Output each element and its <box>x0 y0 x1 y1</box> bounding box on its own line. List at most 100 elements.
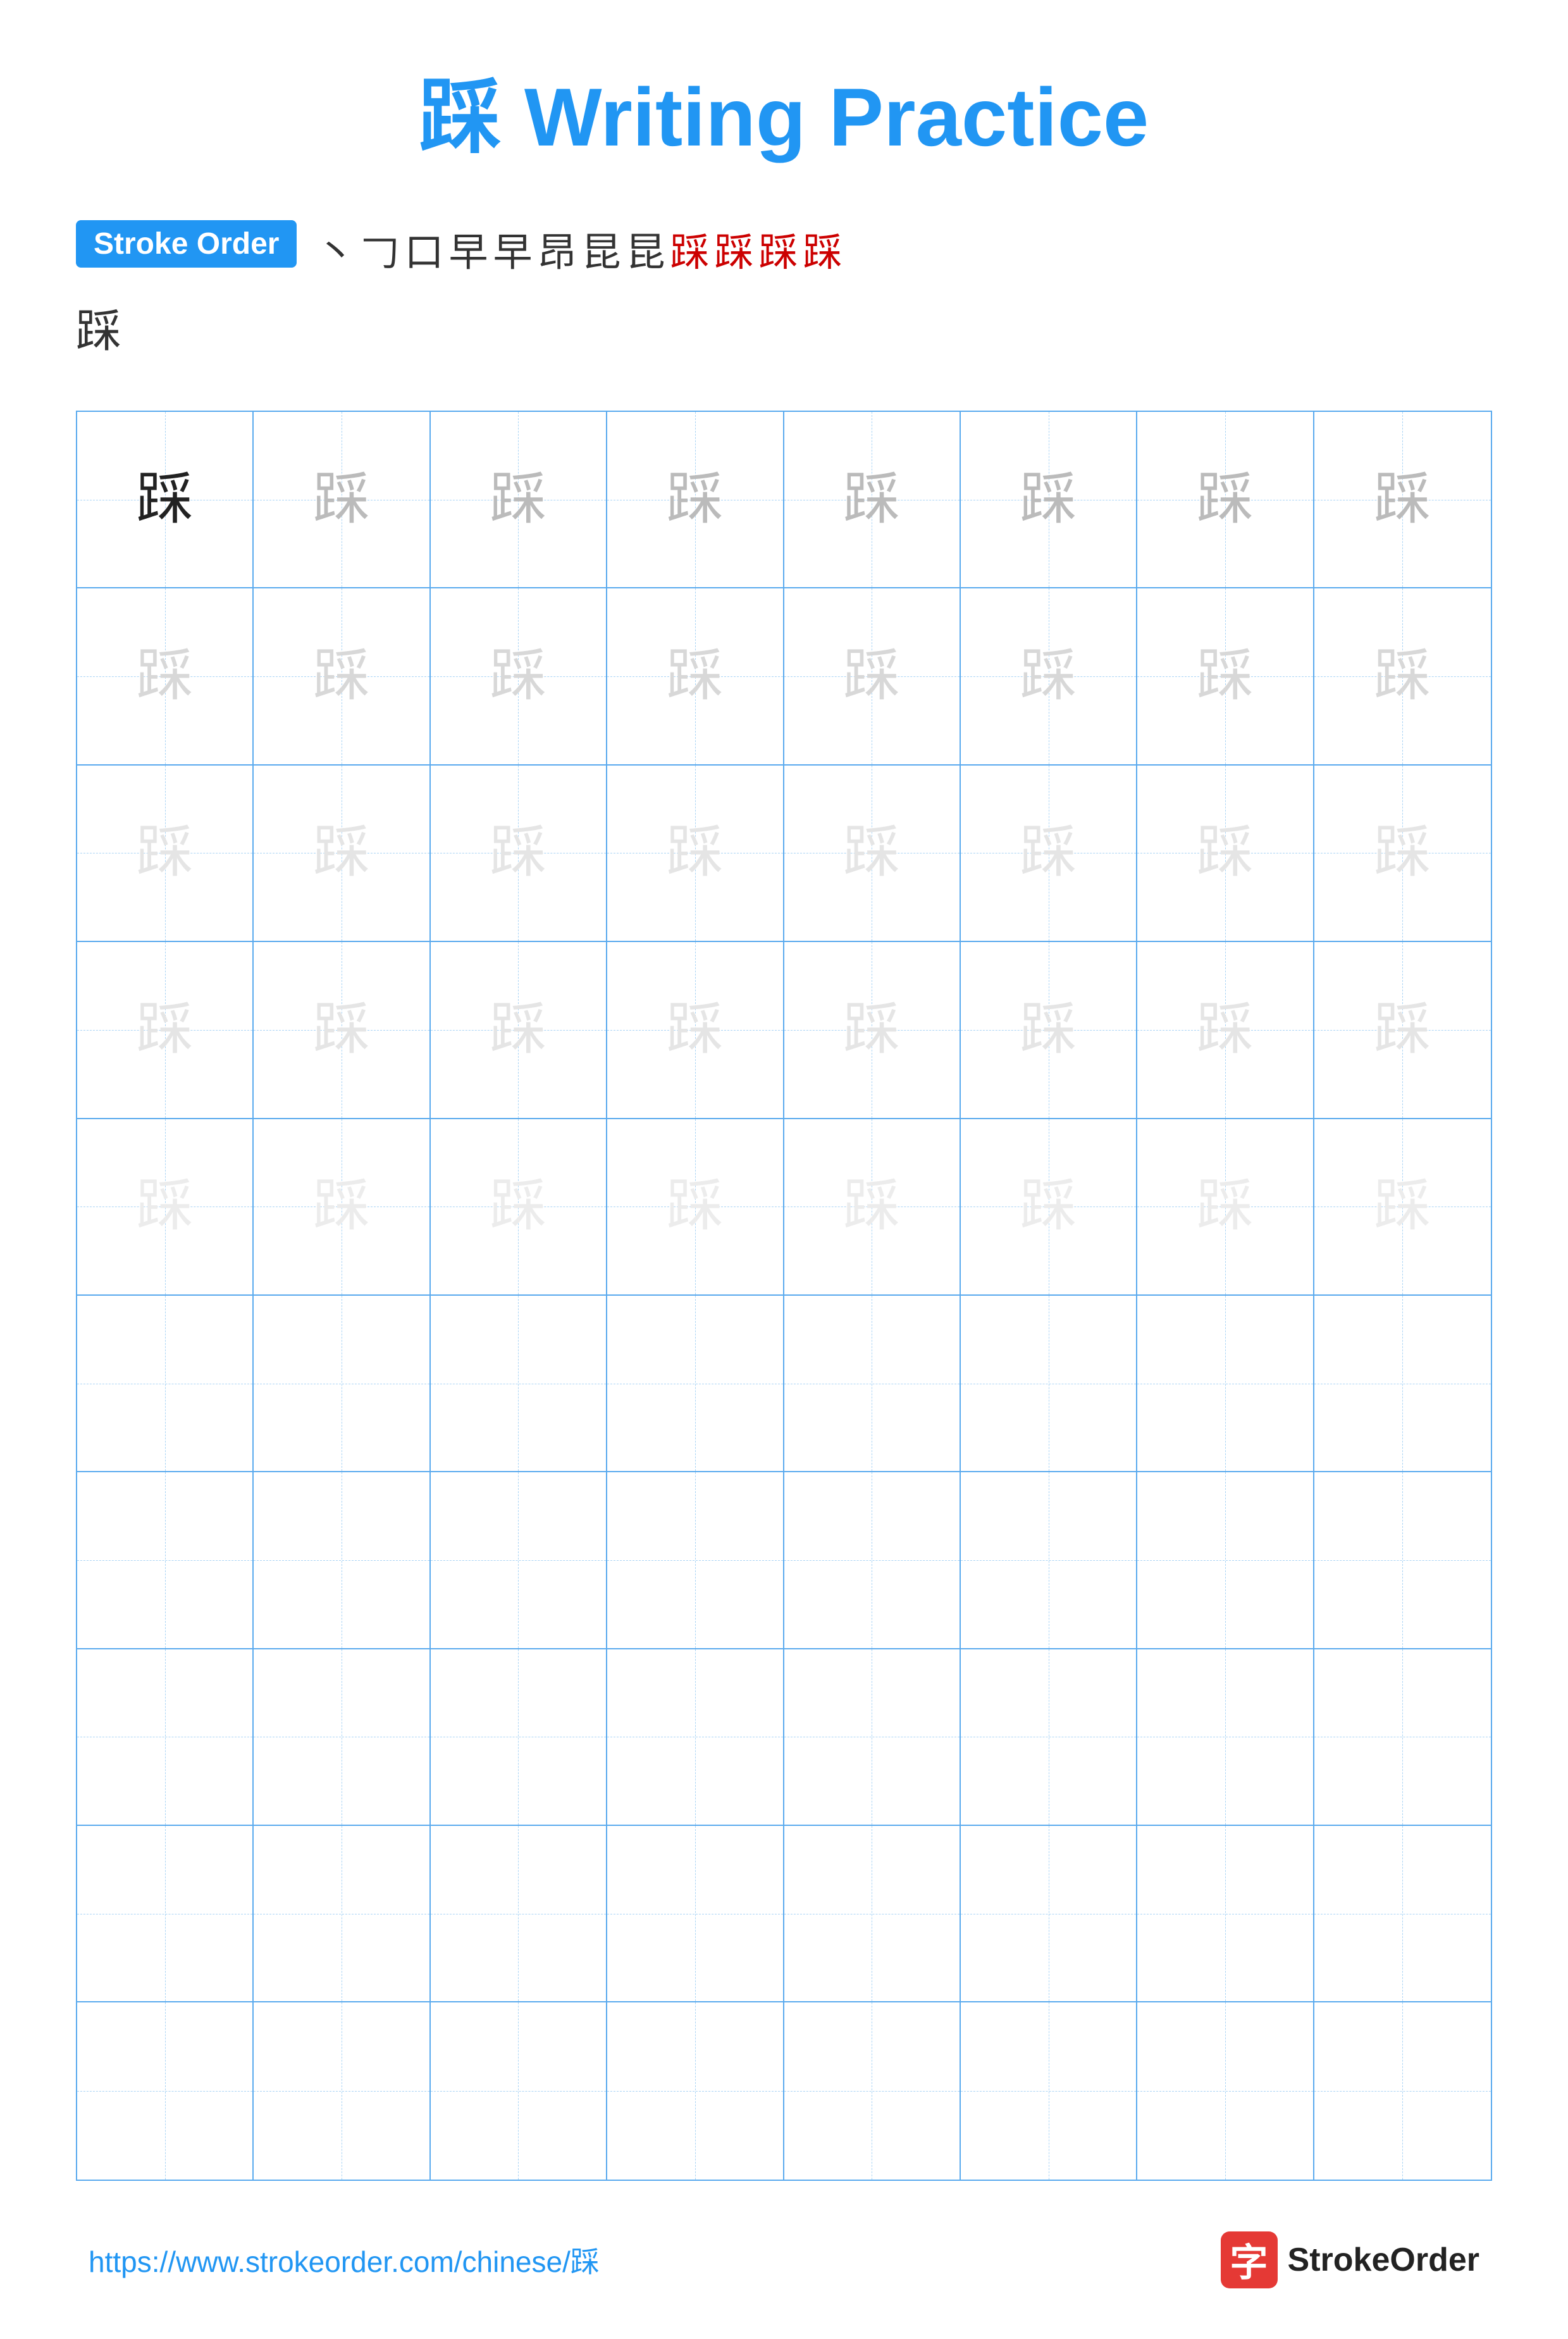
footer: https://www.strokeorder.com/chinese/踩 字 … <box>76 2231 1492 2288</box>
grid-cell: 踩 <box>607 588 784 765</box>
stroke-12: 踩 <box>803 220 843 277</box>
grid-cell: 踩 <box>431 942 607 1119</box>
grid-cell <box>607 1649 784 1826</box>
grid-cell <box>77 1649 254 1826</box>
grid-cell: 踩 <box>607 1119 784 1296</box>
grid-row-5: 踩 踩 踩 踩 踩 踩 踩 踩 <box>77 1119 1491 1296</box>
cell-char: 踩 <box>313 471 370 528</box>
grid-cell: 踩 <box>254 942 430 1119</box>
grid-cell: 踩 <box>1314 942 1491 1119</box>
cell-char: 踩 <box>490 648 546 705</box>
grid-cell: 踩 <box>784 1119 961 1296</box>
grid-cell: 踩 <box>784 942 961 1119</box>
cell-char: 踩 <box>490 824 546 881</box>
grid-cell: 踩 <box>1137 1119 1314 1296</box>
page-title: 踩 Writing Practice <box>419 51 1149 170</box>
footer-url: https://www.strokeorder.com/chinese/踩 <box>89 2239 600 2281</box>
stroke-3: 口 <box>404 220 443 277</box>
grid-cell: 踩 <box>607 942 784 1119</box>
stroke-1: 丶 <box>316 220 355 277</box>
grid-cell <box>784 2002 961 2179</box>
grid-cell: 踩 <box>961 942 1137 1119</box>
cell-char: 踩 <box>1020 1178 1077 1235</box>
cell-char: 踩 <box>667 471 724 528</box>
grid-cell <box>77 1472 254 1649</box>
grid-cell <box>77 2002 254 2179</box>
footer-logo: 字 StrokeOrder <box>1221 2231 1479 2288</box>
grid-cell: 踩 <box>254 1119 430 1296</box>
grid-cell: 踩 <box>1314 412 1491 588</box>
grid-cell <box>431 1826 607 2002</box>
grid-cell: 踩 <box>1137 766 1314 942</box>
grid-cell: 踩 <box>961 412 1137 588</box>
cell-char: 踩 <box>313 1178 370 1235</box>
cell-char: 踩 <box>667 648 724 705</box>
cell-char: 踩 <box>843 648 900 705</box>
cell-char: 踩 <box>1020 824 1077 881</box>
grid-cell <box>77 1826 254 2002</box>
cell-char: 踩 <box>313 648 370 705</box>
grid-cell <box>607 1826 784 2002</box>
grid-row-4: 踩 踩 踩 踩 踩 踩 踩 踩 <box>77 942 1491 1119</box>
stroke-sequence: 丶 𠃌 口 早 早 昂 昆 昆 踩 踩 踩 踩 <box>316 220 842 277</box>
grid-cell: 踩 <box>254 588 430 765</box>
cell-char: 踩 <box>843 824 900 881</box>
grid-cell <box>784 1649 961 1826</box>
stroke-6: 昂 <box>538 220 577 277</box>
stroke-5: 早 <box>493 220 533 277</box>
cell-char: 踩 <box>843 1178 900 1235</box>
grid-cell <box>607 1296 784 1472</box>
grid-cell: 踩 <box>77 588 254 765</box>
grid-row-2: 踩 踩 踩 踩 踩 踩 踩 踩 <box>77 588 1491 765</box>
grid-cell: 踩 <box>77 1119 254 1296</box>
stroke-8: 昆 <box>626 220 665 277</box>
grid-cell: 踩 <box>784 766 961 942</box>
grid-row-7 <box>77 1472 1491 1649</box>
stroke-7: 昆 <box>582 220 621 277</box>
cell-char: 踩 <box>490 1178 546 1235</box>
grid-cell <box>1314 1826 1491 2002</box>
cell-char: 踩 <box>137 648 194 705</box>
cell-char: 踩 <box>843 1002 900 1058</box>
grid-cell: 踩 <box>77 766 254 942</box>
grid-cell <box>1314 1472 1491 1649</box>
grid-cell <box>961 1826 1137 2002</box>
footer-logo-text: StrokeOrder <box>1288 2241 1479 2279</box>
grid-cell <box>1137 1649 1314 1826</box>
grid-cell: 踩 <box>77 942 254 1119</box>
cell-char: 踩 <box>1374 1178 1431 1235</box>
grid-cell <box>254 1472 430 1649</box>
grid-cell <box>1314 1296 1491 1472</box>
grid-cell <box>431 2002 607 2179</box>
grid-row-9 <box>77 1826 1491 2002</box>
stroke-4: 早 <box>448 220 488 277</box>
grid-row-8 <box>77 1649 1491 1826</box>
cell-char: 踩 <box>313 1002 370 1058</box>
grid-cell <box>1314 1649 1491 1826</box>
grid-cell <box>961 2002 1137 2179</box>
grid-cell: 踩 <box>431 1119 607 1296</box>
grid-cell: 踩 <box>431 588 607 765</box>
cell-char: 踩 <box>1020 648 1077 705</box>
grid-cell <box>431 1296 607 1472</box>
cell-char: 踩 <box>313 824 370 881</box>
grid-cell <box>1137 1472 1314 1649</box>
grid-cell: 踩 <box>607 766 784 942</box>
cell-char: 踩 <box>137 824 194 881</box>
grid-cell <box>254 2002 430 2179</box>
grid-cell <box>961 1296 1137 1472</box>
grid-cell <box>1137 1826 1314 2002</box>
cell-char: 踩 <box>1374 824 1431 881</box>
grid-cell <box>77 1296 254 1472</box>
cell-char: 踩 <box>1374 1002 1431 1058</box>
grid-row-1: 踩 踩 踩 踩 踩 踩 踩 踩 <box>77 412 1491 588</box>
grid-cell: 踩 <box>1314 766 1491 942</box>
cell-char: 踩 <box>1020 471 1077 528</box>
grid-cell: 踩 <box>1314 588 1491 765</box>
grid-cell <box>254 1296 430 1472</box>
grid-row-10 <box>77 2002 1491 2179</box>
grid-cell <box>254 1826 430 2002</box>
cell-char: 踩 <box>137 471 194 528</box>
grid-cell: 踩 <box>961 1119 1137 1296</box>
grid-cell <box>784 1296 961 1472</box>
